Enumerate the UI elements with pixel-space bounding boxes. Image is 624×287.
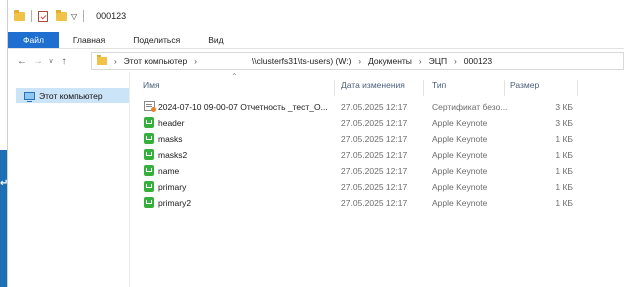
table-row[interactable]: primary 27.05.2025 12:17 Apple Keynote 1… [130, 179, 590, 195]
computer-icon [24, 91, 35, 102]
breadcrumb-current[interactable]: 000123 [464, 56, 492, 66]
table-row[interactable]: masks2 27.05.2025 12:17 Apple Keynote 1 … [130, 147, 590, 163]
quick-access-dropdown-icon[interactable]: ▽ [71, 12, 77, 21]
column-header-date[interactable]: Дата изменения [341, 80, 405, 90]
file-name: 2024-07-10 09-00-07 Отчетность _тест_О..… [158, 102, 328, 112]
file-date: 27.05.2025 12:17 [341, 134, 408, 144]
file-type: Сертификат безо... [432, 102, 508, 112]
breadcrumb-ecp[interactable]: ЭЦП [429, 56, 448, 66]
up-arrow-icon[interactable]: ↑ [56, 56, 72, 67]
column-divider[interactable] [334, 80, 335, 96]
breadcrumb-documents[interactable]: Документы [368, 56, 412, 66]
keynote-icon [144, 133, 154, 144]
chevron-right-icon[interactable]: › [194, 57, 197, 66]
file-size: 1 КБ [555, 166, 573, 176]
nav-item-this-pc[interactable]: Этот компьютер [16, 88, 129, 103]
file-date: 27.05.2025 12:17 [341, 182, 408, 192]
table-row[interactable]: masks 27.05.2025 12:17 Apple Keynote 1 К… [130, 131, 590, 147]
file-date: 27.05.2025 12:17 [341, 166, 408, 176]
file-size: 1 КБ [555, 182, 573, 192]
column-divider[interactable] [423, 80, 424, 96]
title-separator-2 [83, 10, 85, 22]
keynote-icon [144, 149, 154, 160]
column-headers: Имя Дата изменения Тип Размер [130, 80, 624, 96]
keynote-icon [144, 181, 154, 192]
forward-arrow-icon[interactable]: → [30, 56, 46, 67]
column-divider[interactable] [504, 80, 505, 96]
table-row[interactable]: header 27.05.2025 12:17 Apple Keynote 3 … [130, 115, 590, 131]
title-separator [31, 10, 32, 22]
ribbon-tabs: Файл Главная Поделиться Вид [8, 32, 624, 49]
file-type: Apple Keynote [432, 198, 488, 208]
file-date: 27.05.2025 12:17 [341, 118, 408, 128]
tab-share[interactable]: Поделиться [119, 32, 194, 48]
breadcrumb-drive[interactable]: \\clusterfs31\ts-users) (W:) [252, 56, 352, 66]
chevron-right-icon[interactable]: › [419, 57, 422, 66]
file-name: primary2 [158, 198, 192, 208]
column-header-size[interactable]: Размер [510, 80, 539, 90]
file-size: 3 КБ [555, 118, 573, 128]
folder-icon [14, 9, 25, 21]
breadcrumb-this-pc[interactable]: Этот компьютер [124, 56, 188, 66]
file-size: 1 КБ [555, 134, 573, 144]
explorer-window: ↵ ▽ 000123 Файл Главная Поделиться Вид ←… [0, 0, 624, 287]
table-row[interactable]: 2024-07-10 09-00-07 Отчетность _тест_О..… [130, 99, 590, 115]
file-size: 1 КБ [555, 150, 573, 160]
nav-item-label: Этот компьютер [39, 90, 103, 101]
file-type: Apple Keynote [432, 118, 488, 128]
column-header-name[interactable]: Имя [143, 80, 160, 90]
recent-locations-chevron-icon[interactable]: ∨ [46, 57, 56, 65]
column-header-type[interactable]: Тип [432, 80, 446, 90]
file-type: Apple Keynote [432, 134, 488, 144]
table-row[interactable]: primary2 27.05.2025 12:17 Apple Keynote … [130, 195, 590, 211]
file-name: name [158, 166, 180, 176]
file-name: masks2 [158, 150, 188, 160]
tab-view[interactable]: Вид [194, 32, 237, 48]
back-arrow-icon[interactable]: ← [14, 56, 30, 67]
navigation-pane: Этот компьютер [8, 72, 130, 287]
keynote-icon [144, 165, 154, 176]
chevron-right-icon[interactable]: › [454, 57, 457, 66]
file-type: Apple Keynote [432, 166, 488, 176]
navigation-bar: ← → ∨ ↑ › Этот компьютер › \\clusterfs31… [8, 50, 624, 72]
title-bar: ▽ 000123 [8, 0, 624, 32]
certificate-icon [144, 101, 156, 112]
column-divider[interactable] [577, 80, 578, 96]
file-date: 27.05.2025 12:17 [341, 150, 408, 160]
new-folder-icon[interactable] [56, 9, 67, 21]
address-bar[interactable]: › Этот компьютер › \\clusterfs31\ts-user… [91, 52, 624, 70]
keynote-icon [144, 117, 154, 128]
keynote-icon [144, 197, 154, 208]
file-type: Apple Keynote [432, 182, 488, 192]
window-title: 000123 [96, 11, 127, 21]
table-row[interactable]: name 27.05.2025 12:17 Apple Keynote 1 КБ [130, 163, 590, 179]
address-folder-icon [97, 55, 107, 65]
tab-home[interactable]: Главная [59, 32, 119, 48]
properties-icon[interactable] [38, 10, 48, 22]
file-type: Apple Keynote [432, 150, 488, 160]
file-size: 3 КБ [555, 102, 573, 112]
file-list: ⌃ Имя Дата изменения Тип Размер 2024-07-… [130, 72, 624, 287]
file-name: masks [158, 134, 183, 144]
file-size: 1 КБ [555, 198, 573, 208]
chevron-right-icon[interactable]: › [358, 57, 361, 66]
file-date: 27.05.2025 12:17 [341, 198, 408, 208]
chevron-right-icon[interactable]: › [114, 57, 117, 66]
file-name: primary [158, 182, 187, 192]
file-name: header [158, 118, 185, 128]
tab-file[interactable]: Файл [8, 32, 59, 48]
file-date: 27.05.2025 12:17 [341, 102, 408, 112]
